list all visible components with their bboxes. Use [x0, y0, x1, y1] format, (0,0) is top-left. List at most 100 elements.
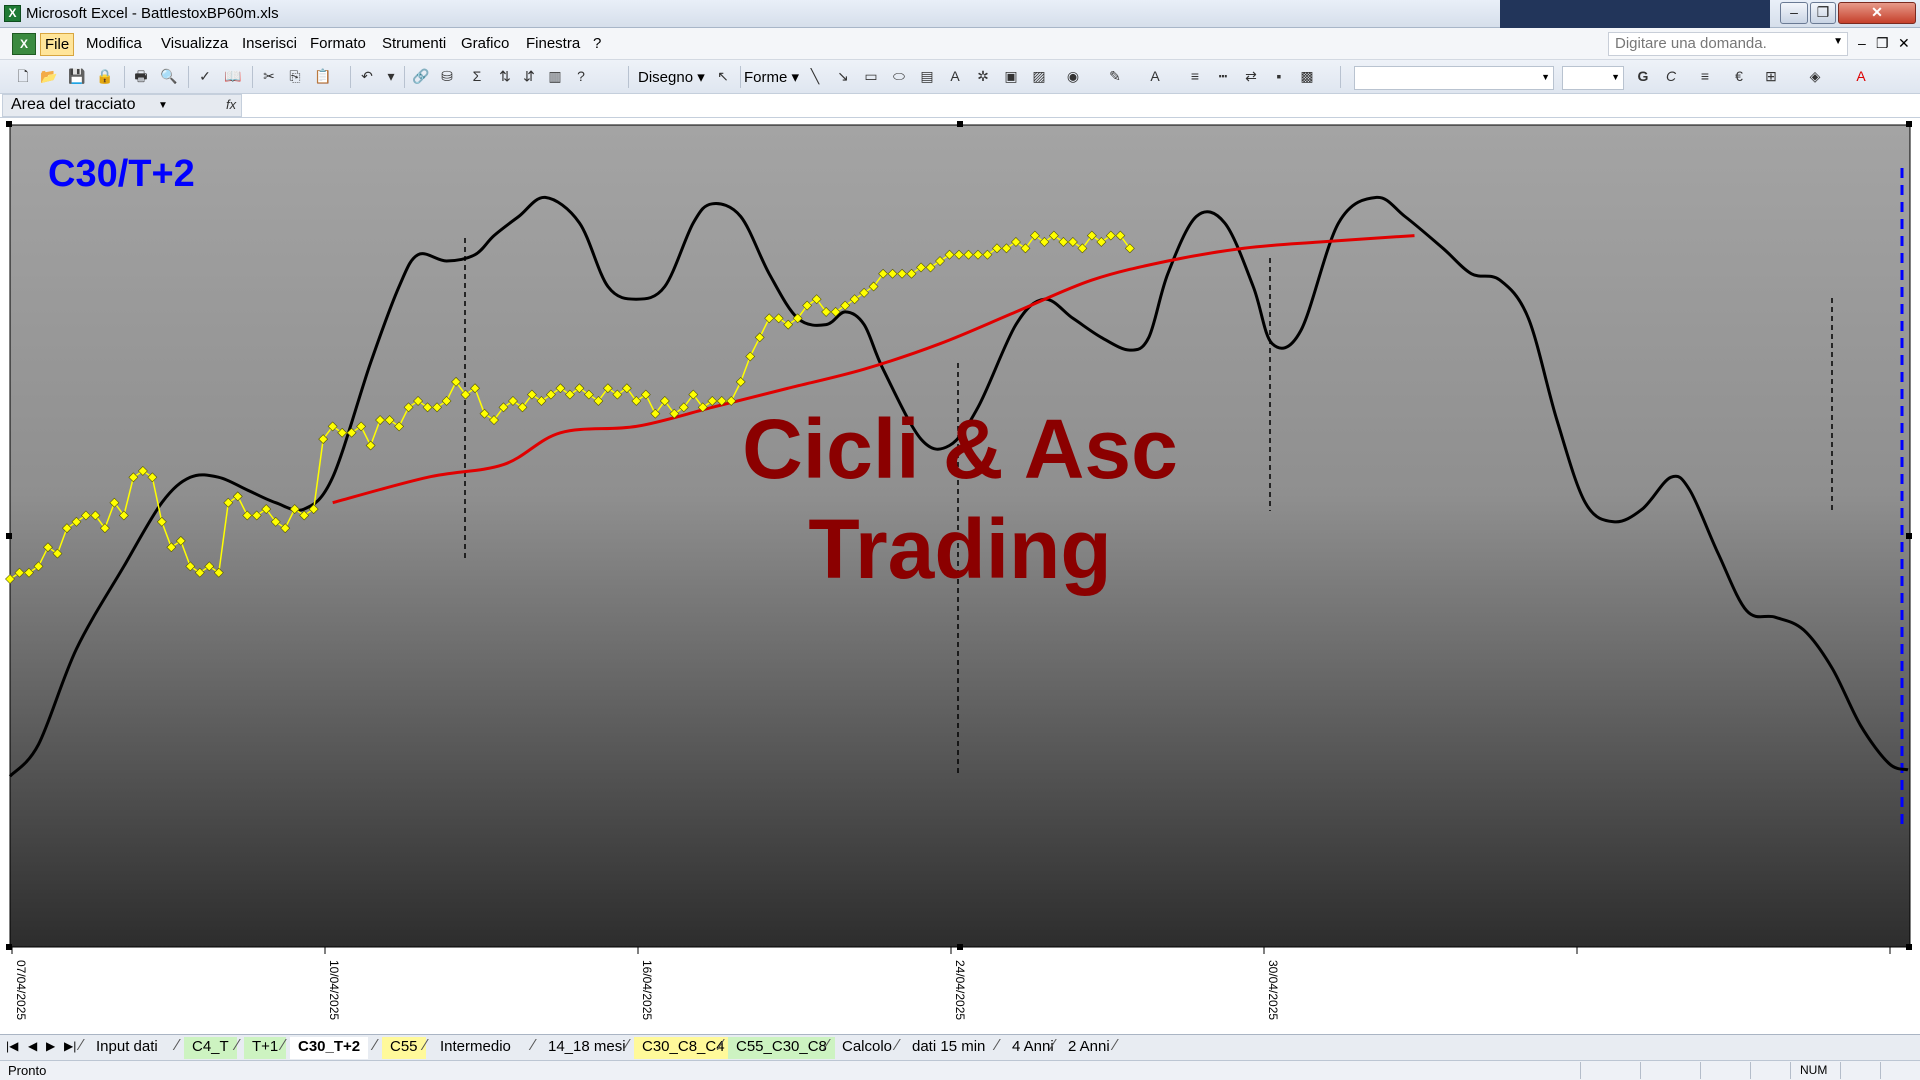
- shadow-icon[interactable]: ▪: [1268, 65, 1290, 87]
- sort-icon[interactable]: ⇅: [494, 65, 516, 87]
- copy-icon[interactable]: ⎘: [284, 65, 306, 87]
- maximize-button[interactable]: ❐: [1810, 2, 1836, 24]
- sheet-tab[interactable]: dati 15 min: [904, 1037, 993, 1059]
- selection-handle[interactable]: [957, 944, 963, 950]
- research-icon[interactable]: 📖: [222, 65, 244, 87]
- menu-help[interactable]: ?: [589, 33, 605, 56]
- print-icon[interactable]: 🖶: [130, 65, 152, 87]
- fill-color-icon[interactable]: ◉: [1062, 65, 1084, 87]
- chart-sheet[interactable]: Cicli & Asc Trading C30/T+2 07/04/2025 10…: [0, 118, 1920, 1036]
- arrow-style-icon[interactable]: ⇄: [1240, 65, 1262, 87]
- diagram-icon[interactable]: ✲: [972, 65, 994, 87]
- separator: [740, 66, 741, 88]
- selection-handle[interactable]: [957, 121, 963, 127]
- selection-handle[interactable]: [1906, 121, 1912, 127]
- next-sheet-icon[interactable]: ▶: [46, 1039, 55, 1053]
- menu-formato[interactable]: Formato: [306, 33, 370, 56]
- autosum-icon[interactable]: Σ: [466, 65, 488, 87]
- name-box[interactable]: Area del tracciato ▼: [2, 94, 242, 117]
- chevron-down-icon[interactable]: ▼: [158, 100, 168, 111]
- arrow-icon[interactable]: ↘: [832, 65, 854, 87]
- permission-icon[interactable]: 🔒: [94, 65, 116, 87]
- 3d-icon[interactable]: ▩: [1296, 65, 1318, 87]
- new-icon[interactable]: 🗋: [12, 65, 34, 87]
- borders-icon[interactable]: ⊞: [1760, 65, 1782, 87]
- chart-svg[interactable]: Cicli & Asc Trading C30/T+2 07/04/2025 10…: [0, 118, 1920, 1034]
- font-size-select[interactable]: ▼: [1562, 66, 1624, 90]
- shapes-menu[interactable]: Forme ▾: [744, 68, 799, 86]
- help-search-input[interactable]: Digitare una domanda. ▼: [1608, 32, 1848, 56]
- menu-inserisci[interactable]: Inserisci: [238, 33, 301, 56]
- menu-finestra[interactable]: Finestra: [522, 33, 584, 56]
- font-color-icon[interactable]: A: [1144, 65, 1166, 87]
- sheet-tab[interactable]: Calcolo: [834, 1037, 900, 1059]
- menu-grafico[interactable]: Grafico: [457, 33, 513, 56]
- selection-handle[interactable]: [1906, 944, 1912, 950]
- picture-icon[interactable]: ▨: [1028, 65, 1050, 87]
- doc-minimize-button[interactable]: –: [1858, 35, 1866, 51]
- first-sheet-icon[interactable]: |◀: [6, 1039, 18, 1053]
- menu-strumenti[interactable]: Strumenti: [378, 33, 450, 56]
- line-color-icon[interactable]: ✎: [1104, 65, 1126, 87]
- doc-close-button[interactable]: ✕: [1898, 35, 1910, 52]
- clipart-icon[interactable]: ▣: [1000, 65, 1022, 87]
- print-preview-icon[interactable]: 🔍: [158, 65, 180, 87]
- chart-wizard-icon[interactable]: ▥: [544, 65, 566, 87]
- sheet-tab[interactable]: Intermedio: [432, 1037, 519, 1059]
- wordart-icon[interactable]: A: [944, 65, 966, 87]
- chevron-down-icon[interactable]: ▼: [1833, 36, 1843, 47]
- chevron-down-icon[interactable]: ▼: [1541, 72, 1550, 82]
- text-color-icon[interactable]: A: [1850, 65, 1872, 87]
- dash-style-icon[interactable]: ┅: [1212, 65, 1234, 87]
- last-sheet-icon[interactable]: ▶|: [64, 1039, 76, 1053]
- selection-handle[interactable]: [6, 121, 12, 127]
- undo-icon[interactable]: ↶: [356, 65, 378, 87]
- cut-icon[interactable]: ✂: [258, 65, 280, 87]
- hyperlink-icon[interactable]: 🔗: [410, 65, 432, 87]
- menu-modifica[interactable]: Modifica: [82, 33, 146, 56]
- chevron-down-icon[interactable]: ▼: [1611, 72, 1620, 82]
- excel-app-icon[interactable]: X: [4, 5, 21, 22]
- selection-handle[interactable]: [6, 944, 12, 950]
- undo-dropdown-icon[interactable]: ▾: [380, 65, 402, 87]
- spelling-icon[interactable]: ✓: [194, 65, 216, 87]
- sheet-tab[interactable]: T+1: [244, 1037, 287, 1059]
- close-button[interactable]: ✕: [1838, 2, 1916, 24]
- sheet-tab[interactable]: C4_T: [184, 1037, 237, 1059]
- sheet-tab[interactable]: Input dati: [88, 1037, 166, 1059]
- fx-icon[interactable]: fx: [226, 97, 236, 112]
- paste-icon[interactable]: 📋: [312, 65, 334, 87]
- minimize-button[interactable]: –: [1780, 2, 1808, 24]
- sheet-tab[interactable]: C55_C30_C8: [728, 1037, 835, 1059]
- menu-visualizza[interactable]: Visualizza: [157, 33, 232, 56]
- euro-button[interactable]: €: [1728, 65, 1750, 87]
- doc-restore-button[interactable]: ❐: [1876, 35, 1889, 52]
- fill-bucket-icon[interactable]: ◈: [1804, 65, 1826, 87]
- line-icon[interactable]: ╲: [804, 65, 826, 87]
- sort-desc-icon[interactable]: ⇵: [518, 65, 540, 87]
- sheet-tab[interactable]: C30_C8_C4: [634, 1037, 733, 1059]
- sheet-tab[interactable]: 2 Anni: [1060, 1037, 1118, 1059]
- select-objects-icon[interactable]: ↖: [712, 65, 734, 87]
- database-icon[interactable]: ⛁: [436, 65, 458, 87]
- draw-menu[interactable]: Disegno ▾: [638, 68, 705, 86]
- oval-icon[interactable]: ⬭: [888, 65, 910, 87]
- bold-button[interactable]: G: [1632, 65, 1654, 87]
- prev-sheet-icon[interactable]: ◀: [28, 1039, 37, 1053]
- save-icon[interactable]: 💾: [66, 65, 88, 87]
- workbook-icon[interactable]: X: [12, 33, 36, 55]
- align-center-icon[interactable]: ≡: [1694, 65, 1716, 87]
- help-icon[interactable]: ?: [570, 65, 592, 87]
- sheet-tab[interactable]: C30_T+2: [290, 1037, 369, 1059]
- font-name-select[interactable]: ▼: [1354, 66, 1554, 90]
- open-icon[interactable]: 📂: [38, 65, 60, 87]
- textbox-icon[interactable]: ▤: [916, 65, 938, 87]
- sheet-tab[interactable]: C55: [382, 1037, 426, 1059]
- line-style-icon[interactable]: ≡: [1184, 65, 1206, 87]
- italic-button[interactable]: C: [1660, 65, 1682, 87]
- selection-handle[interactable]: [6, 533, 12, 539]
- sheet-tab[interactable]: 14_18 mesi: [540, 1037, 634, 1059]
- rectangle-icon[interactable]: ▭: [860, 65, 882, 87]
- selection-handle[interactable]: [1906, 533, 1912, 539]
- menu-file[interactable]: File: [40, 33, 75, 56]
